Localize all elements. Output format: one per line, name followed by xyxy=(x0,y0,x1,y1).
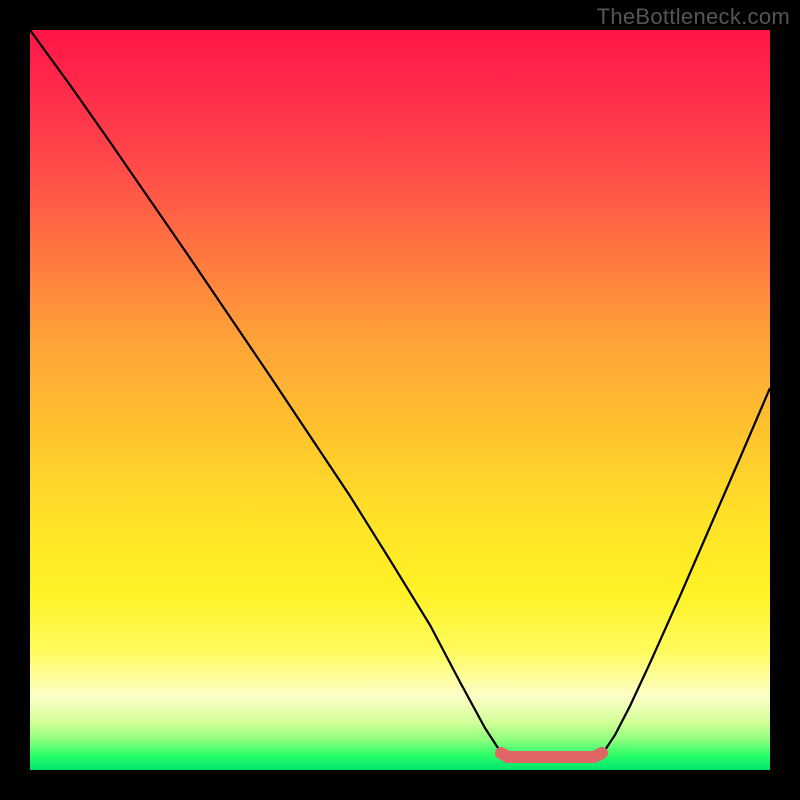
watermark-label: TheBottleneck.com xyxy=(597,4,790,30)
sweet-spot-highlight xyxy=(501,753,602,757)
chart-frame: TheBottleneck.com xyxy=(0,0,800,800)
plot-area xyxy=(30,30,770,770)
bottleneck-curve xyxy=(30,30,770,756)
chart-svg xyxy=(30,30,770,770)
